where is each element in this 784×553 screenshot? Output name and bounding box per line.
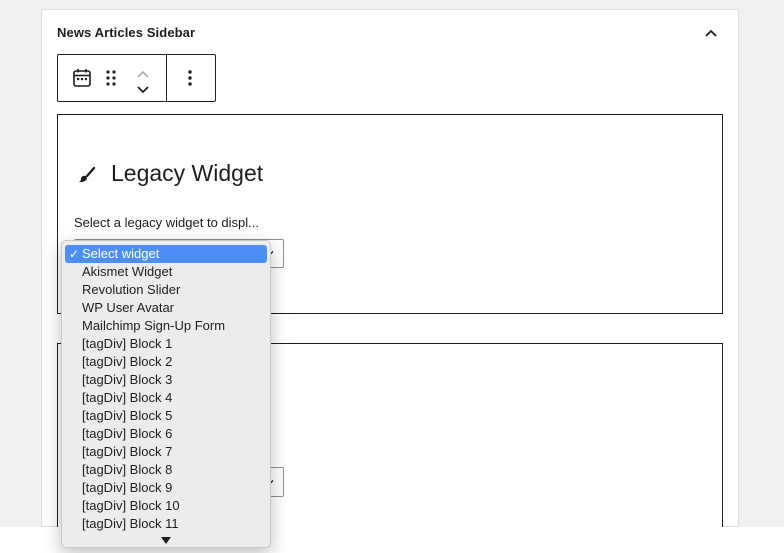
dropdown-option[interactable]: [tagDiv] Block 11 — [62, 515, 270, 533]
dropdown-option[interactable]: [tagDiv] Block 1 — [62, 335, 270, 353]
dropdown-option[interactable]: Akismet Widget — [62, 263, 270, 281]
calendar-icon — [73, 69, 91, 87]
sidebar-title: News Articles Sidebar — [57, 25, 196, 40]
dropdown-option[interactable]: ✓ Select widget — [65, 245, 267, 263]
dropdown-option[interactable]: [tagDiv] Block 9 — [62, 479, 270, 497]
chevron-down-icon — [137, 86, 149, 94]
block-type-button[interactable] — [71, 67, 93, 89]
chevron-up-icon — [137, 70, 149, 78]
widget-dropdown-menu: ✓ Select widget Akismet Widget Revolution… — [61, 240, 271, 548]
dropdown-option[interactable]: [tagDiv] Block 10 — [62, 497, 270, 515]
dropdown-option[interactable]: [tagDiv] Block 4 — [62, 389, 270, 407]
dropdown-option[interactable]: [tagDiv] Block 6 — [62, 425, 270, 443]
dropdown-option[interactable]: [tagDiv] Block 8 — [62, 461, 270, 479]
block-options-button[interactable] — [182, 67, 198, 89]
paintbrush-icon — [77, 165, 97, 185]
chevron-up-icon — [705, 29, 717, 37]
more-vertical-icon — [188, 70, 192, 86]
drag-handle[interactable] — [104, 68, 118, 88]
legacy-widget-title: Legacy Widget — [111, 160, 264, 186]
dropdown-option[interactable]: WP User Avatar — [62, 299, 270, 317]
dropdown-option[interactable]: [tagDiv] Block 2 — [62, 353, 270, 371]
triangle-down-icon — [161, 537, 171, 544]
dropdown-scroll-down[interactable] — [160, 533, 172, 544]
legacy-widget-select-label: Select a legacy widget to displ... — [74, 215, 259, 230]
move-up-button[interactable] — [136, 67, 150, 79]
collapse-sidebar-button[interactable] — [698, 22, 724, 44]
dropdown-options-list: ✓ Select widget Akismet Widget Revolution… — [62, 245, 270, 533]
dropdown-option[interactable]: [tagDiv] Block 7 — [62, 443, 270, 461]
dropdown-option[interactable]: Mailchimp Sign-Up Form — [62, 317, 270, 335]
dropdown-option[interactable]: Revolution Slider — [62, 281, 270, 299]
dropdown-option[interactable]: [tagDiv] Block 5 — [62, 407, 270, 425]
dropdown-option[interactable]: [tagDiv] Block 3 — [62, 371, 270, 389]
toolbar-divider — [166, 55, 167, 101]
drag-handle-icon — [106, 70, 116, 86]
checkmark-icon: ✓ — [69, 247, 80, 261]
move-down-button[interactable] — [136, 83, 150, 95]
block-toolbar — [57, 54, 216, 102]
